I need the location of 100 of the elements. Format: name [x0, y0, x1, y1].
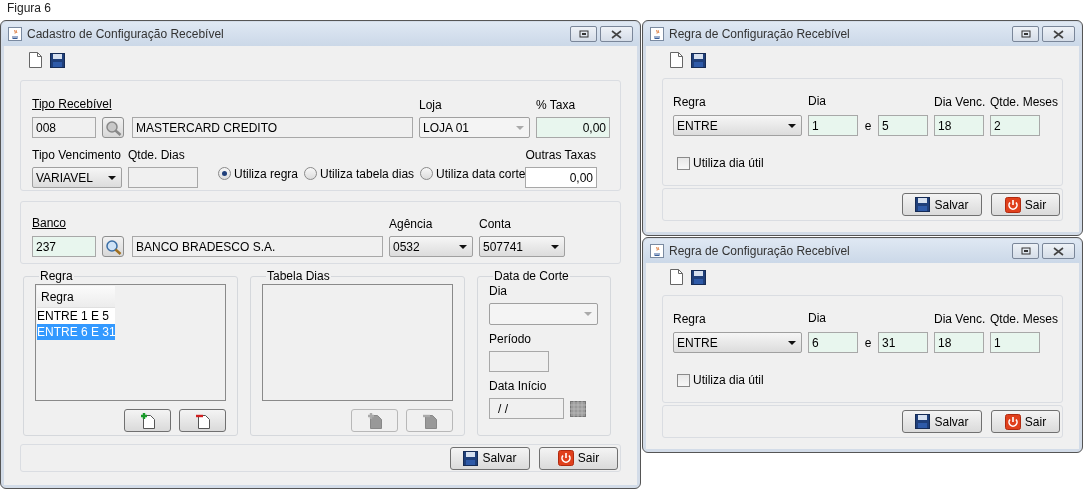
- restore-button[interactable]: [1012, 243, 1039, 259]
- add-document-icon: [139, 412, 156, 429]
- remove-document-icon: [421, 412, 438, 429]
- field-label: % Taxa: [536, 98, 577, 113]
- field-label: Tipo Vencimento: [32, 148, 122, 163]
- radio-button[interactable]: [218, 167, 231, 180]
- input-field[interactable]: 31: [878, 332, 928, 353]
- document-icon: [670, 269, 683, 285]
- connector-label: e: [864, 334, 872, 352]
- field-label: Qtde. Dias: [128, 148, 186, 163]
- dropdown[interactable]: 507741: [479, 236, 565, 257]
- restore-button[interactable]: [570, 26, 597, 42]
- save-icon: [915, 414, 931, 429]
- dropdown[interactable]: ENTRE: [673, 332, 802, 353]
- field-label: Dia: [489, 284, 508, 299]
- checkbox[interactable]: [677, 373, 690, 387]
- input-field[interactable]: [489, 351, 549, 372]
- power-icon: [1004, 196, 1021, 213]
- field-label: Agência: [389, 217, 434, 232]
- list-box[interactable]: Regra ENTRE 1 E 5 ENTRE 6 E 31: [35, 284, 226, 401]
- group-title: Regra: [39, 269, 74, 283]
- save-button[interactable]: [50, 52, 65, 68]
- save-button[interactable]: Salvar: [450, 446, 530, 470]
- radio-label: Utiliza regra: [234, 165, 299, 183]
- close-icon: [1053, 246, 1064, 256]
- search-icon: [104, 119, 122, 136]
- close-icon: [1053, 29, 1064, 39]
- caret-icon: [459, 244, 467, 249]
- dropdown[interactable]: VARIAVEL: [32, 167, 122, 188]
- field-label: Qtde. Meses: [990, 312, 1059, 327]
- checkbox-label: Utiliza dia útil: [693, 372, 764, 389]
- field-label: Outras Taxas: [525, 148, 597, 163]
- calendar-button[interactable]: [570, 400, 586, 417]
- field-label: Qtde. Meses: [990, 95, 1059, 110]
- input-field[interactable]: 5: [878, 115, 928, 136]
- save-icon: [463, 450, 479, 466]
- remove-button[interactable]: [179, 409, 226, 432]
- input-field[interactable]: 1: [808, 115, 858, 136]
- input-field[interactable]: [128, 167, 198, 188]
- caret-icon: [108, 175, 116, 180]
- power-icon: [1004, 413, 1021, 430]
- save-icon: [691, 52, 706, 68]
- field-label: Data Início: [489, 379, 548, 394]
- column-header[interactable]: Regra: [37, 286, 115, 308]
- group-title: Tabela Dias: [266, 269, 331, 283]
- input-field[interactable]: MASTERCARD CREDITO: [132, 117, 413, 138]
- app-icon: [650, 244, 664, 258]
- exit-button[interactable]: Sair: [991, 410, 1060, 433]
- input-field[interactable]: 237: [32, 236, 96, 257]
- field-label: Banco: [32, 216, 67, 230]
- exit-button[interactable]: Sair: [539, 446, 618, 470]
- save-button[interactable]: [691, 269, 706, 285]
- checkbox[interactable]: [677, 156, 690, 170]
- save-button[interactable]: Salvar: [902, 193, 982, 216]
- caret-icon: [788, 340, 796, 345]
- input-field[interactable]: / /: [489, 398, 564, 419]
- input-field[interactable]: 18: [934, 332, 984, 353]
- add-document-icon: [366, 412, 383, 429]
- radio-label: Utiliza data corte: [436, 165, 526, 183]
- save-icon: [691, 269, 706, 285]
- save-button[interactable]: Salvar: [902, 410, 982, 433]
- exit-button[interactable]: Sair: [991, 193, 1060, 216]
- search-button[interactable]: [102, 236, 124, 257]
- save-button[interactable]: [691, 52, 706, 68]
- new-button[interactable]: [670, 52, 683, 68]
- new-button[interactable]: [670, 269, 683, 285]
- app-icon: [8, 27, 22, 41]
- input-field[interactable]: 008: [32, 117, 96, 138]
- close-button[interactable]: [1042, 243, 1075, 259]
- input-field[interactable]: 2: [990, 115, 1040, 136]
- input-field[interactable]: 1: [990, 332, 1040, 353]
- group-title: Data de Corte: [493, 269, 570, 283]
- caret-icon: [516, 125, 524, 130]
- dropdown[interactable]: 0532: [389, 236, 473, 257]
- close-button[interactable]: [1042, 26, 1075, 42]
- restore-button[interactable]: [1012, 26, 1039, 42]
- dropdown[interactable]: ENTRE: [673, 115, 802, 136]
- field-label: Regra: [673, 95, 707, 110]
- input-field[interactable]: 0,00: [536, 117, 610, 138]
- window-title: Regra de Configuração Recebível: [669, 243, 850, 260]
- field-label: Tipo Recebível: [32, 97, 112, 111]
- new-button[interactable]: [29, 52, 42, 68]
- field-label: Dia: [808, 311, 826, 325]
- field-label: Loja: [419, 98, 443, 113]
- window-title: Regra de Configuração Recebível: [669, 26, 850, 43]
- radio-button[interactable]: [420, 167, 434, 180]
- add-button[interactable]: [124, 409, 171, 432]
- input-field[interactable]: 0,00: [525, 167, 597, 188]
- list-box[interactable]: [262, 284, 453, 401]
- search-button[interactable]: [102, 117, 124, 138]
- calendar-icon: [570, 400, 586, 417]
- input-field[interactable]: BANCO BRADESCO S.A.: [132, 236, 383, 257]
- radio-label: Utiliza tabela dias: [320, 165, 415, 183]
- restore-icon: [578, 30, 589, 38]
- radio-button[interactable]: [304, 167, 318, 180]
- input-field[interactable]: 18: [934, 115, 984, 136]
- remove-document-icon: [194, 412, 211, 429]
- list-row[interactable]: ENTRE 1 E 5: [37, 308, 115, 324]
- input-field[interactable]: 6: [808, 332, 858, 353]
- close-button[interactable]: [600, 26, 633, 42]
